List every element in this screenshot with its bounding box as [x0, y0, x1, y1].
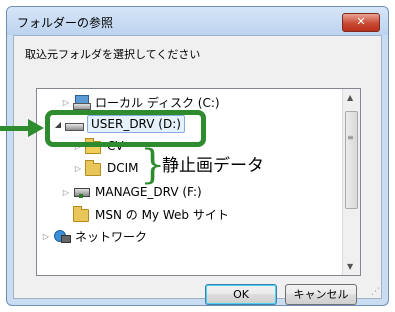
local-disk-icon [73, 95, 91, 110]
expand-arrow-icon[interactable]: ▷ [61, 188, 71, 197]
tree-item-network[interactable]: ▷ ネットワーク [41, 225, 147, 247]
expand-arrow-icon[interactable]: ▷ [61, 98, 71, 107]
annotation-arrow [0, 126, 30, 131]
network-icon [53, 229, 71, 243]
annotation-highlight-box [45, 110, 206, 147]
expand-arrow-icon[interactable]: ▷ [73, 164, 83, 173]
scrollbar-grip-icon: ≡ [347, 133, 354, 142]
folder-icon [85, 160, 103, 176]
resize-grip-icon[interactable]: ⋰ [371, 287, 380, 297]
cancel-button[interactable]: キャンセル [285, 284, 357, 305]
annotation-label: 静止画データ [162, 156, 264, 176]
tree-item-label: ネットワーク [75, 229, 148, 244]
instruction-text: 取込元フォルダを選択してください [25, 48, 201, 61]
scrollbar-thumb[interactable] [345, 111, 358, 209]
tree-item-manage-drv-f[interactable]: ▷ MANAGE_DRV (F:) [61, 181, 202, 203]
tree-scrollbar[interactable]: ▲ ≡ ▼ [342, 89, 360, 275]
tree-item-dcim[interactable]: ▷ DCIM [73, 157, 139, 179]
close-button[interactable]: ✕ [342, 13, 380, 32]
scroll-up-icon[interactable]: ▲ [347, 93, 353, 102]
tree-item-msn-web[interactable]: MSN の My Web サイト [71, 203, 229, 225]
tree-item-label: ローカル ディスク (C:) [95, 95, 220, 110]
tree-item-label: MSN の My Web サイト [95, 207, 229, 222]
scroll-down-icon[interactable]: ▼ [347, 262, 353, 271]
network-drive-icon [73, 185, 91, 199]
title-bar: フォルダーの参照 ✕ [7, 7, 388, 35]
expand-arrow-icon[interactable]: ▷ [41, 232, 51, 241]
annotation-arrow-head [28, 119, 44, 137]
folder-icon [73, 206, 91, 222]
ok-button[interactable]: OK [205, 284, 277, 305]
window-title: フォルダーの参照 [17, 16, 114, 30]
tree-item-label: DCIM [107, 161, 139, 175]
